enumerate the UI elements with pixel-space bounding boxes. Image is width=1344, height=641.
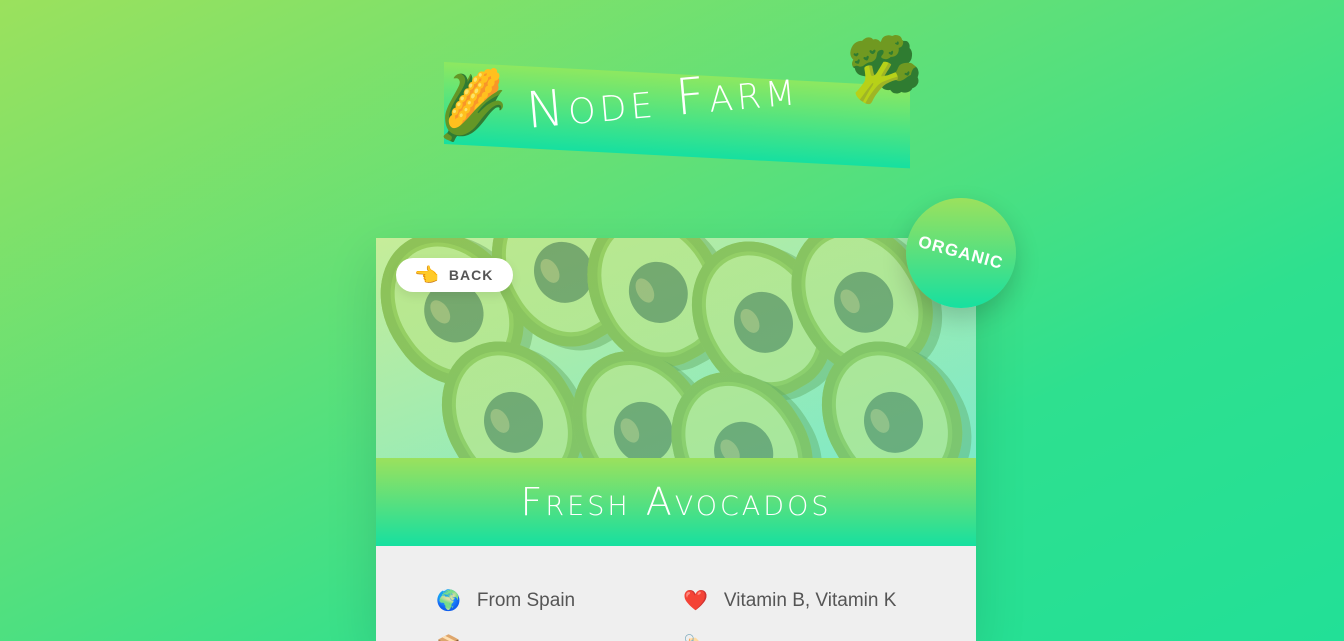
product-origin-text: From Spain xyxy=(476,590,576,611)
product-image: 👈 BACK xyxy=(376,238,976,458)
back-button[interactable]: 👈 BACK xyxy=(396,258,514,292)
corn-icon: 🌽 xyxy=(428,65,515,147)
organic-badge: ORGANIC xyxy=(906,198,1016,308)
product-nutrients-text: Vitamin B, Vitamin K xyxy=(723,590,897,611)
heart-icon: ❤️ xyxy=(683,590,708,612)
pointing-hand-icon: 👈 xyxy=(414,263,439,287)
product-nutrients: ❤️ Vitamin B, Vitamin K xyxy=(683,590,896,612)
product-title-bar: Fresh Avocados xyxy=(376,458,976,546)
product-origin: 🌍 From Spain xyxy=(436,590,575,612)
globe-icon: 🌍 xyxy=(436,590,461,612)
box-icon: 📦 xyxy=(436,636,461,641)
product-quantity: 📦 xyxy=(436,636,461,641)
price-tag-icon: 🏷️ xyxy=(683,636,708,641)
site-header: 🌽 Node Farm 🥦 xyxy=(428,31,930,180)
product-card: 👈 BACK Fresh Avocados 🌍 From Spain ❤️ Vi… xyxy=(376,238,976,641)
back-button-label: BACK xyxy=(448,267,494,283)
organic-badge-label: ORGANIC xyxy=(916,232,1006,273)
product-price: 🏷️ xyxy=(683,636,708,641)
broccoli-icon: 🥦 xyxy=(844,31,927,109)
product-name: Fresh Avocados xyxy=(520,480,832,524)
product-details: 🌍 From Spain ❤️ Vitamin B, Vitamin K 📦 🏷… xyxy=(376,546,976,641)
